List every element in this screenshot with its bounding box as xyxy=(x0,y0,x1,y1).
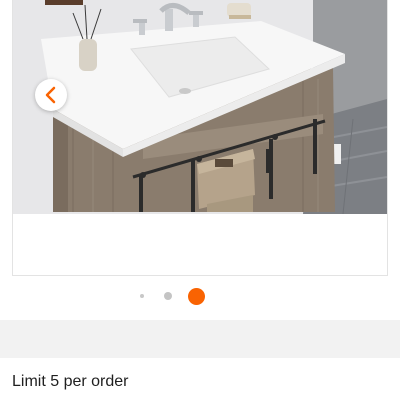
product-page: Limit 5 per order xyxy=(0,0,400,400)
carousel-dot-1[interactable] xyxy=(140,294,144,298)
order-limit-text: Limit 5 per order xyxy=(12,373,129,390)
carousel-dot-active[interactable] xyxy=(188,288,205,305)
carousel-dot-2[interactable] xyxy=(164,292,172,300)
previous-image-button[interactable] xyxy=(35,79,67,111)
carousel-pagination xyxy=(0,286,400,306)
chevron-left-icon xyxy=(45,86,56,104)
product-image-gallery[interactable] xyxy=(12,0,388,276)
section-divider xyxy=(0,320,400,358)
product-photo xyxy=(13,0,387,214)
